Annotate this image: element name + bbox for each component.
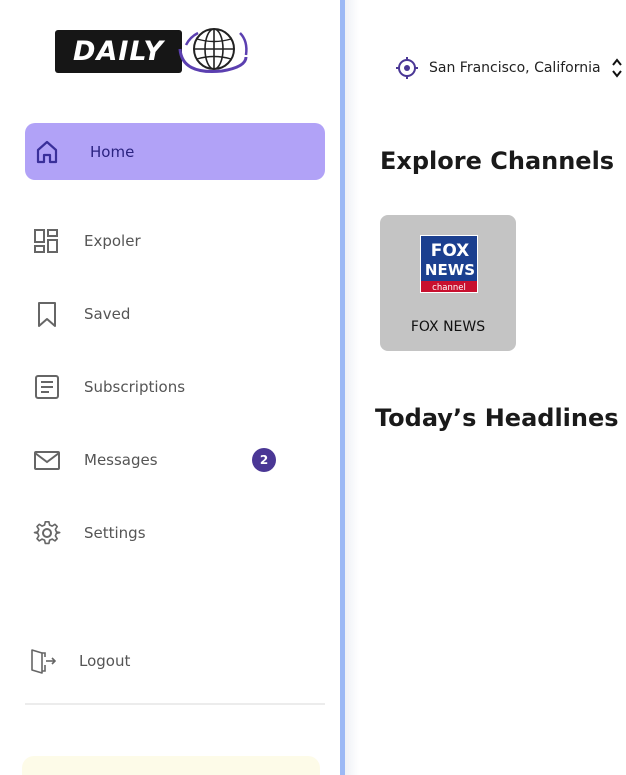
main-shadow	[345, 0, 359, 775]
logo-text: DAILY	[73, 36, 164, 67]
sidebar-item-label: Messages	[84, 450, 158, 469]
location-target-icon	[396, 57, 418, 79]
bookmark-icon	[38, 302, 56, 327]
sidebar-item-settings[interactable]: Settings	[25, 504, 325, 561]
sidebar-item-messages[interactable]: Messages 2	[25, 431, 325, 488]
sidebar-item-label: Subscriptions	[84, 377, 186, 396]
channel-name: FOX NEWS	[410, 319, 486, 335]
subscriptions-icon	[35, 375, 59, 399]
promo-card	[22, 756, 320, 775]
sidebar-item-label: Home	[90, 142, 135, 161]
location-text: San Francisco, California	[429, 60, 601, 76]
sidebar-divider	[25, 703, 325, 705]
daily-logo[interactable]: DAILY	[55, 27, 250, 79]
logout-button[interactable]: Logout	[25, 632, 325, 689]
sidebar-item-subscriptions[interactable]: Subscriptions	[25, 358, 325, 415]
sidebar-item-label: Expoler	[84, 231, 141, 250]
fox-news-logo: FOX NEWS channel	[420, 235, 478, 293]
logout-label: Logout	[79, 651, 131, 670]
chevron-up-down-icon[interactable]	[611, 57, 623, 79]
logo-wordmark: DAILY	[55, 30, 182, 73]
fox-logo-line1: FOX	[431, 241, 470, 261]
todays-headlines-heading: Today’s Headlines	[375, 404, 619, 432]
location-selector[interactable]: San Francisco, California	[395, 56, 601, 80]
sidebar: DAILY Home Expoler Saved Subscriptions M…	[0, 0, 340, 775]
sidebar-item-saved[interactable]: Saved	[25, 285, 325, 342]
mail-icon	[34, 451, 60, 470]
explore-grid-icon	[34, 229, 58, 253]
explore-channels-heading: Explore Channels	[380, 147, 615, 175]
gear-icon	[33, 520, 61, 545]
fox-logo-line2: NEWS	[425, 261, 475, 279]
sidebar-item-label: Settings	[84, 523, 146, 542]
sidebar-item-explorer[interactable]: Expoler	[25, 212, 325, 269]
globe-icon	[178, 28, 248, 74]
logout-icon	[31, 649, 56, 674]
home-icon	[36, 140, 58, 164]
sidebar-item-home[interactable]: Home	[25, 123, 325, 180]
unread-count-badge: 2	[252, 447, 276, 472]
sidebar-item-label: Saved	[84, 304, 131, 323]
fox-logo-line3: channel	[432, 283, 466, 293]
channel-card-fox-news[interactable]: FOX NEWS channel FOX NEWS	[380, 215, 516, 351]
